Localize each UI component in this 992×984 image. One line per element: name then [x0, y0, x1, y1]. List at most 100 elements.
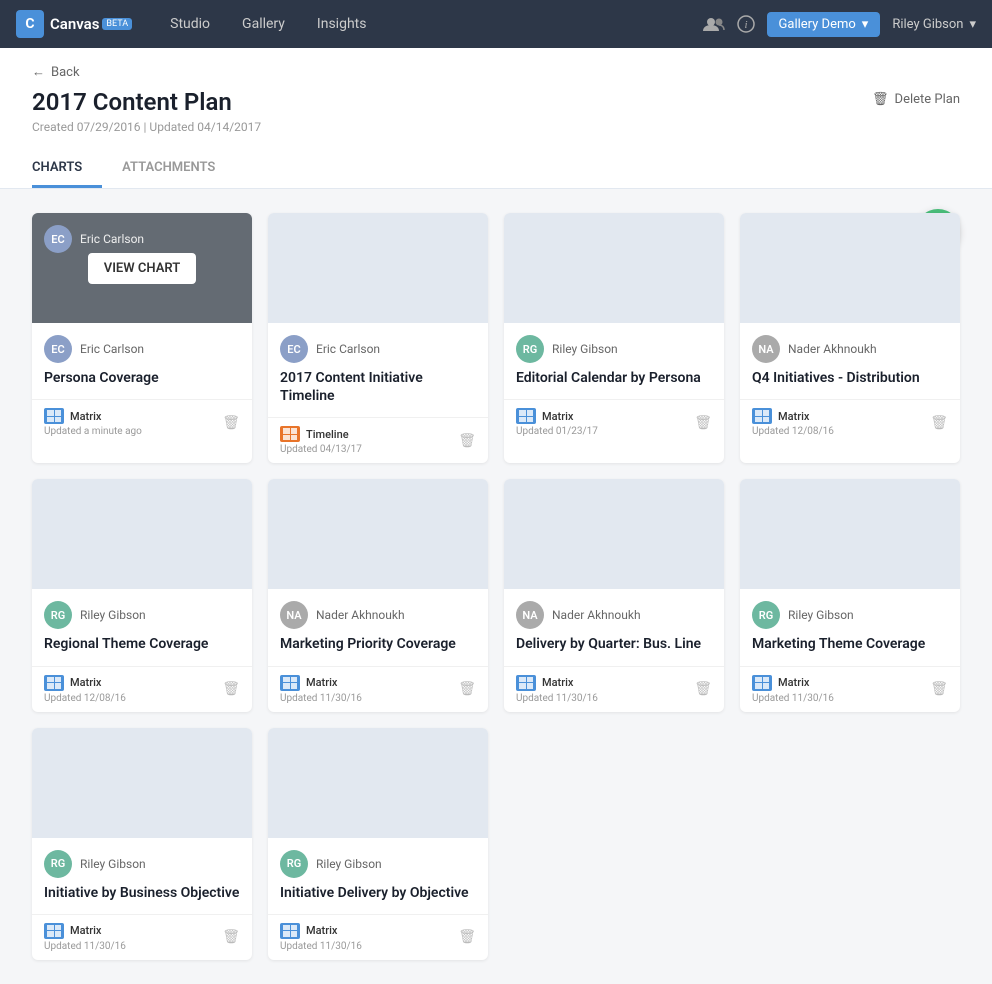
card-footer: Matrix Updated a minute ago 🗑	[32, 399, 252, 445]
card-type-label: Matrix	[70, 924, 101, 937]
nav-gallery[interactable]: Gallery	[228, 8, 299, 40]
delete-plan-button[interactable]: 🗑 Delete Plan	[872, 92, 960, 107]
delete-card-button[interactable]: 🗑	[458, 433, 476, 449]
view-chart-button[interactable]: VIEW CHART	[88, 253, 197, 284]
delete-card-button[interactable]: 🗑	[222, 415, 240, 431]
card-type-label: Matrix	[542, 676, 573, 689]
card-title: Persona Coverage	[32, 369, 252, 399]
trash-icon-header: 🗑	[872, 92, 889, 107]
matrix-lines	[519, 677, 533, 689]
gallery-demo-button[interactable]: Gallery Demo ▾	[767, 12, 881, 37]
card-footer: Matrix Updated 01/23/17 🗑	[504, 399, 724, 445]
matrix-cell	[291, 435, 298, 441]
card-preview	[504, 213, 724, 323]
card-title: Initiative Delivery by Objective	[268, 884, 488, 914]
nav-studio[interactable]: Studio	[156, 8, 224, 40]
card-type-info: Timeline Updated 04/13/17	[280, 426, 362, 455]
brand[interactable]: C Canvas BETA	[16, 10, 132, 38]
tab-charts[interactable]: CHARTS	[32, 150, 102, 188]
matrix-cell	[47, 677, 54, 683]
delete-card-button[interactable]: 🗑	[222, 681, 240, 697]
matrix-cell	[55, 925, 62, 931]
card-2[interactable]: EC Eric Carlson 2017 Content Initiative …	[268, 213, 488, 463]
card-preview	[268, 479, 488, 589]
delete-card-button[interactable]: 🗑	[694, 415, 712, 431]
card-9[interactable]: RG Riley Gibson Initiative by Business O…	[32, 728, 252, 960]
author-name: Eric Carlson	[80, 342, 144, 356]
card-3[interactable]: RG Riley Gibson Editorial Calendar by Pe…	[504, 213, 724, 463]
author-avatar: EC	[44, 335, 72, 363]
card-updated: Updated 11/30/16	[752, 693, 834, 704]
nav-insights[interactable]: Insights	[303, 8, 381, 40]
type-icon	[44, 923, 64, 939]
delete-card-button[interactable]: 🗑	[222, 929, 240, 945]
card-title: Regional Theme Coverage	[32, 635, 252, 665]
card-1[interactable]: VIEW CHART EC Eric Carlson EC Eric Carls…	[32, 213, 252, 463]
page-meta: Created 07/29/2016 | Updated 04/14/2017	[32, 120, 261, 134]
matrix-cell	[283, 435, 290, 441]
card-title: Editorial Calendar by Persona	[504, 369, 724, 399]
nav-right: i Gallery Demo ▾ Riley Gibson ▾	[703, 12, 976, 37]
delete-card-button[interactable]: 🗑	[930, 681, 948, 697]
cards-grid: VIEW CHART EC Eric Carlson EC Eric Carls…	[32, 213, 960, 960]
card-updated: Updated 01/23/17	[516, 426, 598, 437]
gallery-demo-chevron: ▾	[862, 17, 869, 32]
card-type-row: Matrix	[516, 408, 598, 424]
info-icon[interactable]: i	[737, 15, 755, 33]
delete-card-button[interactable]: 🗑	[458, 929, 476, 945]
type-icon	[752, 675, 772, 691]
author-avatar: RG	[280, 850, 308, 878]
card-4[interactable]: NA Nader Akhnoukh Q4 Initiatives - Distr…	[740, 213, 960, 463]
matrix-cell	[755, 677, 762, 683]
matrix-cell	[55, 931, 62, 937]
card-type-row: Matrix	[280, 675, 362, 691]
card-type-label: Matrix	[778, 676, 809, 689]
team-icon[interactable]	[703, 16, 725, 32]
matrix-cell	[291, 428, 298, 434]
user-menu[interactable]: Riley Gibson ▾	[892, 17, 976, 32]
card-updated: Updated 11/30/16	[280, 693, 362, 704]
author-avatar: EC	[280, 335, 308, 363]
tabs-row: CHARTS ATTACHMENTS	[32, 150, 960, 188]
card-10[interactable]: RG Riley Gibson Initiative Delivery by O…	[268, 728, 488, 960]
delete-card-button[interactable]: 🗑	[694, 681, 712, 697]
card-author-row: RG Riley Gibson	[268, 838, 488, 884]
matrix-lines	[519, 410, 533, 422]
card-title: Q4 Initiatives - Distribution	[740, 369, 960, 399]
author-avatar: NA	[280, 601, 308, 629]
card-5[interactable]: RG Riley Gibson Regional Theme Coverage …	[32, 479, 252, 711]
page-title-row: 2017 Content Plan Created 07/29/2016 | U…	[32, 88, 960, 134]
author-name: Riley Gibson	[552, 342, 618, 356]
delete-label: Delete Plan	[895, 92, 960, 107]
delete-card-button[interactable]: 🗑	[458, 681, 476, 697]
matrix-lines	[755, 410, 769, 422]
card-footer: Matrix Updated 11/30/16 🗑	[740, 666, 960, 712]
card-preview	[268, 728, 488, 838]
card-type-info: Matrix Updated 11/30/16	[44, 923, 126, 952]
type-icon	[516, 408, 536, 424]
matrix-cell	[47, 410, 54, 416]
card-footer: Matrix Updated 11/30/16 🗑	[268, 914, 488, 960]
card-author-row: RG Riley Gibson	[740, 589, 960, 635]
tab-attachments[interactable]: ATTACHMENTS	[122, 150, 235, 188]
page-title: 2017 Content Plan	[32, 88, 261, 116]
card-8[interactable]: RG Riley Gibson Marketing Theme Coverage…	[740, 479, 960, 711]
matrix-lines	[47, 677, 61, 689]
matrix-cell	[55, 677, 62, 683]
card-type-row: Matrix	[752, 408, 834, 424]
type-icon	[44, 408, 64, 424]
card-6[interactable]: NA Nader Akhnoukh Marketing Priority Cov…	[268, 479, 488, 711]
type-icon	[280, 923, 300, 939]
matrix-cell	[755, 683, 762, 689]
card-title: 2017 Content Initiative Timeline	[268, 369, 488, 417]
back-link[interactable]: ← Back	[32, 64, 960, 80]
card-preview	[32, 479, 252, 589]
card-7[interactable]: NA Nader Akhnoukh Delivery by Quarter: B…	[504, 479, 724, 711]
card-type-info: Matrix Updated 12/08/16	[752, 408, 834, 437]
user-name: Riley Gibson	[892, 17, 963, 32]
delete-card-button[interactable]: 🗑	[930, 415, 948, 431]
page-header: ← Back 2017 Content Plan Created 07/29/2…	[0, 48, 992, 189]
type-icon	[752, 408, 772, 424]
matrix-lines	[755, 677, 769, 689]
card-type-label: Matrix	[306, 924, 337, 937]
